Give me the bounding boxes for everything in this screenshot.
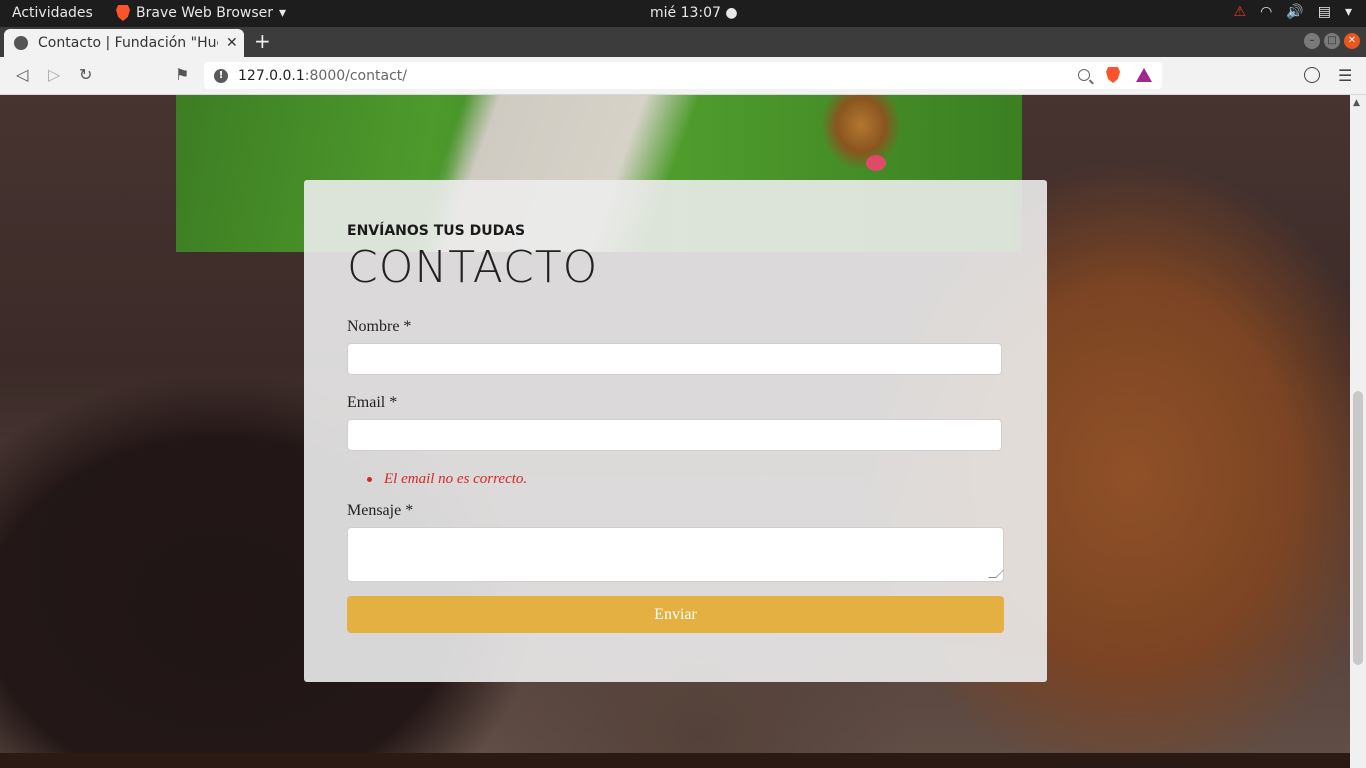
- brave-logo-icon: [116, 5, 130, 21]
- dog-image: [806, 95, 916, 185]
- tab-strip: Contacto | Fundación "Hue ✕ + – □ ✕: [0, 27, 1366, 57]
- browser-toolbar: ◁ ▷ ↻ ⚑ ! 127.0.0.1:8000/contact/ ☰: [0, 57, 1366, 95]
- new-tab-button[interactable]: +: [254, 29, 271, 53]
- name-input[interactable]: [347, 343, 1002, 375]
- page-footer-strip: [0, 753, 1350, 768]
- clipboard-icon[interactable]: ▤: [1318, 4, 1331, 20]
- profile-icon[interactable]: [1304, 67, 1320, 83]
- bookmark-icon[interactable]: ⚑: [175, 65, 189, 84]
- window-controls: – □ ✕: [1304, 33, 1360, 49]
- brave-rewards-icon[interactable]: [1136, 68, 1152, 82]
- scroll-up-icon[interactable]: ▲: [1353, 98, 1360, 108]
- name-label: Nombre *: [347, 318, 412, 335]
- minimize-button[interactable]: –: [1304, 33, 1320, 49]
- wifi-icon[interactable]: ◠: [1260, 4, 1272, 20]
- message-textarea[interactable]: [347, 527, 1004, 582]
- contact-card: ENVÍANOS TUS DUDAS CONTACTO Nombre * Ema…: [304, 180, 1047, 682]
- email-error: El email no es correcto.: [367, 471, 527, 488]
- resize-grip-icon[interactable]: [988, 570, 1004, 578]
- tab-contacto[interactable]: Contacto | Fundación "Hue ✕: [4, 29, 244, 57]
- address-bar[interactable]: ! 127.0.0.1:8000/contact/: [204, 62, 1162, 89]
- maximize-button[interactable]: □: [1324, 33, 1340, 49]
- system-tray[interactable]: ⚠ ◠ 🔊 ▤ ▾: [1234, 4, 1352, 20]
- eyebrow-text: ENVÍANOS TUS DUDAS: [347, 223, 526, 239]
- dog-tongue: [866, 155, 886, 171]
- volume-icon[interactable]: 🔊: [1286, 4, 1303, 20]
- activities-button[interactable]: Actividades: [12, 5, 93, 21]
- clock-text: mié 13:07: [650, 5, 721, 21]
- brave-shields-icon[interactable]: [1106, 67, 1120, 83]
- back-button[interactable]: ◁: [16, 65, 28, 84]
- tab-title: Contacto | Fundación "Hue: [38, 35, 218, 51]
- site-info-icon[interactable]: !: [214, 68, 228, 83]
- zoom-icon[interactable]: [1078, 69, 1090, 81]
- clock[interactable]: mié 13:07 ●: [650, 5, 738, 21]
- chevron-down-icon[interactable]: ▾: [1345, 4, 1352, 20]
- app-name: Brave Web Browser: [136, 5, 273, 21]
- email-error-text: El email no es correcto.: [384, 471, 528, 487]
- system-top-bar: Actividades Brave Web Browser ▾ mié 13:0…: [0, 0, 1366, 27]
- page-viewport: ENVÍANOS TUS DUDAS CONTACTO Nombre * Ema…: [0, 95, 1366, 768]
- chevron-down-icon: ▾: [279, 5, 287, 21]
- menu-icon[interactable]: ☰: [1338, 66, 1352, 85]
- close-tab-icon[interactable]: ✕: [226, 35, 238, 51]
- scrollbar-thumb[interactable]: [1353, 391, 1363, 665]
- email-label: Email *: [347, 394, 398, 411]
- page-title: CONTACTO: [347, 242, 599, 293]
- forward-button[interactable]: ▷: [48, 65, 60, 84]
- warning-icon[interactable]: ⚠: [1234, 4, 1247, 20]
- url-host: 127.0.0.1: [238, 67, 305, 84]
- app-menu[interactable]: Brave Web Browser ▾: [116, 5, 286, 21]
- submit-button[interactable]: Enviar: [347, 596, 1004, 633]
- message-label: Mensaje *: [347, 502, 414, 519]
- globe-icon: [14, 36, 28, 50]
- url-path: :8000/contact/: [304, 67, 407, 84]
- scrollbar[interactable]: ▲: [1350, 95, 1366, 768]
- close-window-button[interactable]: ✕: [1344, 33, 1360, 49]
- error-bullet: [367, 477, 372, 482]
- reload-button[interactable]: ↻: [79, 65, 92, 84]
- email-input[interactable]: [347, 419, 1002, 451]
